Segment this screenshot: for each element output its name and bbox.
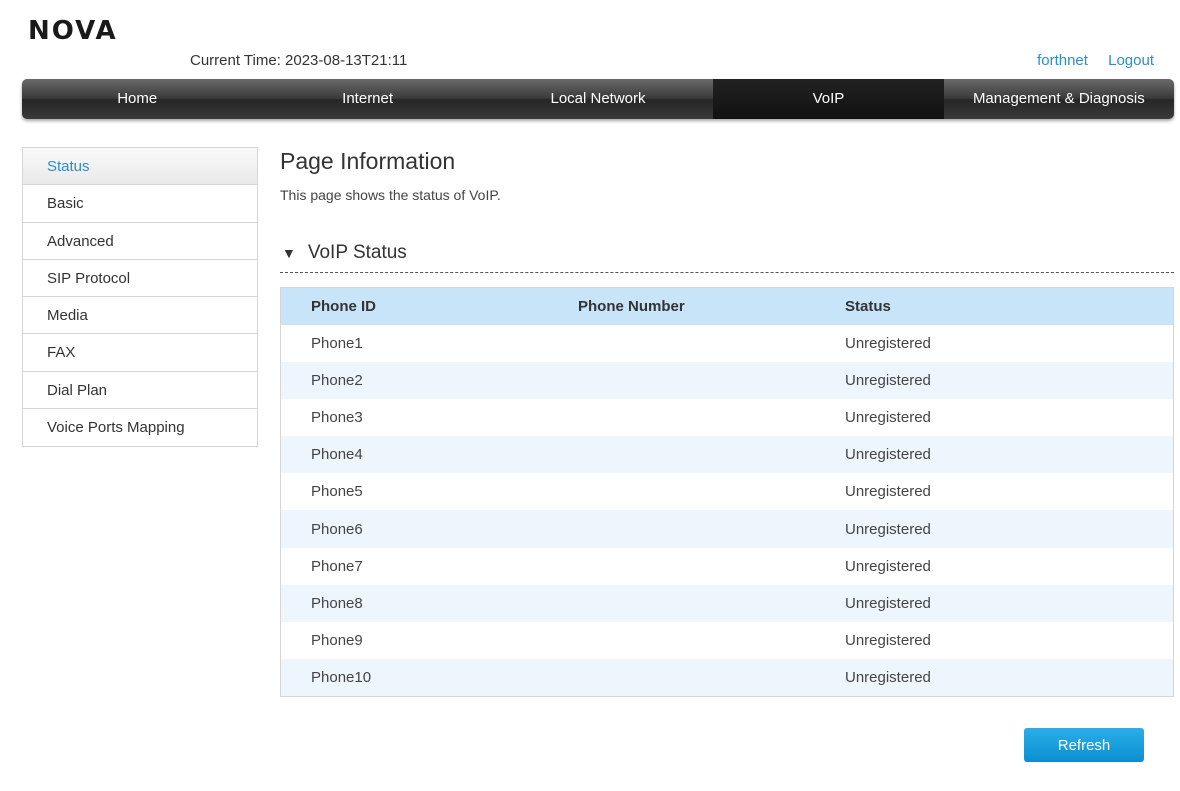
main-content: Page Information This page shows the sta… bbox=[280, 148, 1174, 697]
sidebar-item-basic[interactable]: Basic bbox=[23, 185, 257, 223]
cell-phone-number bbox=[548, 473, 815, 510]
top-links: forthnet Logout bbox=[1021, 52, 1154, 69]
cell-status: Unregistered bbox=[815, 584, 1173, 622]
cell-status: Unregistered bbox=[815, 658, 1173, 696]
page-description: This page shows the status of VoIP. bbox=[280, 187, 501, 203]
refresh-button[interactable]: Refresh bbox=[1024, 728, 1144, 762]
cell-phone-id: Phone2 bbox=[281, 362, 548, 400]
current-time: Current Time: 2023-08-13T21:11 bbox=[190, 52, 407, 69]
nav-home[interactable]: Home bbox=[22, 79, 252, 119]
table-row: Phone6 Unregistered bbox=[281, 510, 1173, 548]
table-row: Phone10 Unregistered bbox=[281, 658, 1173, 696]
voip-status-section-header[interactable]: ▼ VoIP Status bbox=[280, 237, 1174, 273]
table-row: Phone3 Unregistered bbox=[281, 399, 1173, 436]
nova-logo: NOVA bbox=[28, 16, 118, 46]
cell-status: Unregistered bbox=[845, 483, 931, 501]
logout-link[interactable]: Logout bbox=[1108, 52, 1154, 69]
table-row: Phone8 Unregistered bbox=[281, 584, 1173, 622]
sidebar-item-advanced[interactable]: Advanced bbox=[23, 222, 257, 260]
voip-status-table: Phone ID Phone Number Status Phone1 Unre… bbox=[280, 287, 1174, 697]
main-nav: Home Internet Local Network VoIP Managem… bbox=[22, 79, 1174, 119]
cell-phone-id: Phone9 bbox=[311, 631, 363, 649]
nav-voip[interactable]: VoIP bbox=[713, 79, 944, 119]
table-row: Phone2 Unregistered bbox=[281, 362, 1173, 400]
table-row: Phone7 Unregistered bbox=[281, 548, 1173, 585]
cell-phone-number bbox=[548, 436, 815, 474]
page-title: Page Information bbox=[280, 148, 456, 174]
cell-phone-number bbox=[548, 622, 815, 659]
cell-status: Unregistered bbox=[815, 510, 1173, 548]
cell-phone-number bbox=[548, 584, 815, 622]
column-header-status: Status bbox=[815, 288, 1173, 325]
cell-phone-id: Phone7 bbox=[311, 557, 363, 575]
table-row: Phone4 Unregistered bbox=[281, 436, 1173, 474]
sidebar-item-status[interactable]: Status bbox=[23, 148, 257, 186]
current-time-value: 2023-08-13T21:11 bbox=[285, 52, 408, 69]
cell-status: Unregistered bbox=[845, 631, 931, 649]
nav-internet[interactable]: Internet bbox=[252, 79, 482, 119]
cell-phone-number bbox=[548, 548, 815, 585]
sidebar-item-media[interactable]: Media bbox=[23, 297, 257, 335]
section-title: VoIP Status bbox=[307, 241, 407, 263]
table-row: Phone5 Unregistered bbox=[281, 473, 1173, 510]
cell-phone-number bbox=[548, 325, 815, 362]
cell-status: Unregistered bbox=[845, 557, 931, 575]
user-link[interactable]: forthnet bbox=[1037, 52, 1088, 69]
cell-phone-id: Phone3 bbox=[311, 409, 363, 427]
sidebar-item-voice-ports-mapping[interactable]: Voice Ports Mapping bbox=[23, 409, 257, 447]
cell-status: Unregistered bbox=[845, 335, 931, 353]
cell-phone-id: Phone6 bbox=[281, 510, 548, 548]
cell-phone-id: Phone4 bbox=[281, 436, 548, 474]
cell-phone-number bbox=[548, 658, 815, 696]
cell-status: Unregistered bbox=[845, 409, 931, 427]
table-row: Phone1 Unregistered bbox=[281, 325, 1173, 362]
column-header-phone-id: Phone ID bbox=[281, 288, 548, 325]
cell-phone-id: Phone1 bbox=[311, 335, 363, 353]
nav-management-diagnosis[interactable]: Management & Diagnosis bbox=[944, 79, 1174, 119]
cell-status: Unregistered bbox=[815, 436, 1173, 474]
sidebar-item-sip-protocol[interactable]: SIP Protocol bbox=[23, 259, 257, 298]
table-row: Phone9 Unregistered bbox=[281, 622, 1173, 659]
cell-phone-number bbox=[548, 399, 815, 436]
current-time-label: Current Time: bbox=[190, 52, 281, 69]
sidebar-item-dial-plan[interactable]: Dial Plan bbox=[23, 371, 257, 410]
cell-status: Unregistered bbox=[815, 362, 1173, 400]
cell-phone-id: Phone5 bbox=[311, 483, 363, 501]
nav-local-network[interactable]: Local Network bbox=[483, 79, 713, 119]
cell-phone-number bbox=[548, 510, 815, 548]
table-header-row: Phone ID Phone Number Status bbox=[281, 288, 1173, 325]
cell-phone-id: Phone8 bbox=[281, 584, 548, 622]
triangle-down-icon[interactable]: ▼ bbox=[282, 245, 296, 261]
sidebar-item-fax[interactable]: FAX bbox=[23, 334, 257, 372]
column-header-phone-number: Phone Number bbox=[548, 288, 815, 325]
cell-phone-number bbox=[548, 362, 815, 400]
cell-phone-id: Phone10 bbox=[281, 658, 548, 696]
sidebar: Status Basic Advanced SIP Protocol Media… bbox=[22, 147, 258, 448]
